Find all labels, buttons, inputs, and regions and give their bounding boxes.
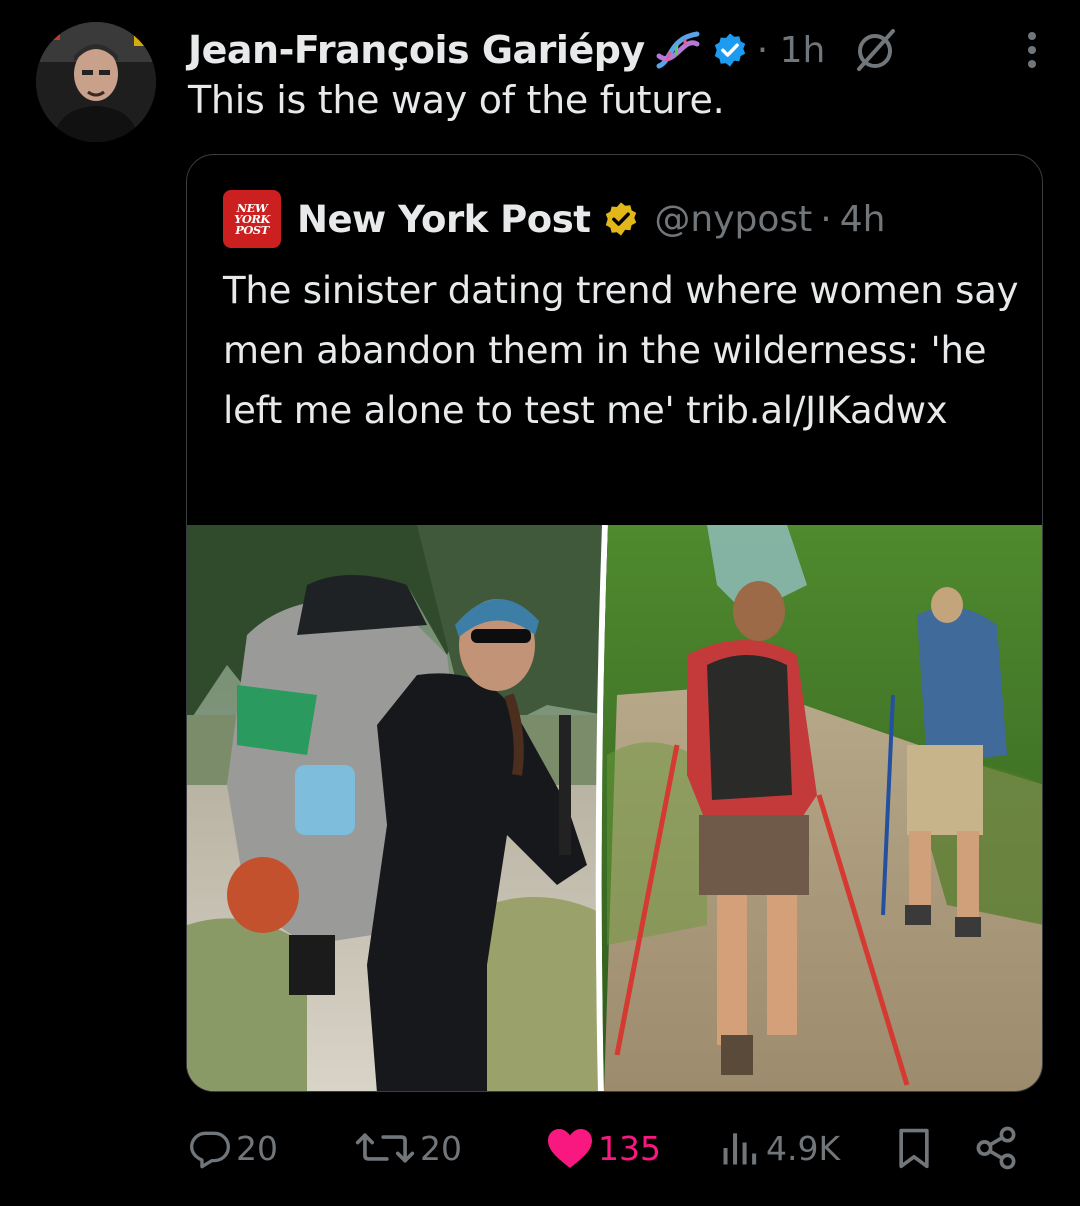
like-button[interactable]: 135 [546, 1120, 661, 1176]
separator: · [820, 198, 832, 240]
more-options-icon[interactable] [1024, 28, 1040, 72]
quoted-post-image[interactable] [187, 525, 1042, 1091]
reply-button[interactable]: 20 [188, 1120, 278, 1176]
post-time[interactable]: · 1h [757, 30, 826, 71]
author-name[interactable]: Jean-François Gariépy [188, 28, 645, 72]
logo-line: POST [235, 222, 269, 237]
post-header: Jean-François Gariépy · 1h [188, 22, 1040, 78]
avatar-photo [36, 22, 156, 142]
reply-icon [190, 1131, 230, 1169]
quoted-author-name[interactable]: New York Post [297, 198, 591, 241]
reply-count: 20 [236, 1128, 278, 1168]
like-count: 135 [598, 1128, 661, 1168]
hikers-photo [187, 525, 1042, 1091]
share-button[interactable] [972, 1120, 1020, 1176]
grok-icon[interactable] [853, 27, 899, 73]
verified-badge-icon [711, 31, 749, 69]
right-photo [601, 525, 1042, 1091]
repost-icon [355, 1133, 415, 1163]
tweet: Jean-François Gariépy · 1h This is the w… [0, 0, 1080, 1206]
views-button[interactable]: 4.9K [718, 1120, 840, 1176]
views-icon [723, 1133, 757, 1165]
gold-verified-badge-icon [602, 200, 640, 238]
quoted-post-header: NEW YORK POST New York Post @nypost · 4h [223, 190, 886, 248]
bookmark-button[interactable] [892, 1120, 936, 1176]
nypost-logo[interactable]: NEW YORK POST [223, 190, 281, 248]
quoted-post[interactable]: NEW YORK POST New York Post @nypost · 4h… [186, 154, 1043, 1092]
share-icon [976, 1126, 1016, 1170]
heart-icon [548, 1129, 592, 1168]
repost-count: 20 [420, 1128, 462, 1168]
left-photo [187, 525, 605, 1091]
action-bar: 20 20 135 4.9K [188, 1120, 1028, 1176]
repost-button[interactable]: 20 [354, 1120, 462, 1176]
bookmark-icon [899, 1128, 929, 1169]
author-avatar[interactable] [36, 22, 156, 142]
dna-emoji-icon [655, 28, 701, 72]
quoted-time[interactable]: 4h [840, 199, 886, 240]
quoted-post-text: The sinister dating trend where women sa… [223, 269, 1019, 432]
post-text: This is the way of the future. [188, 78, 725, 122]
quoted-handle[interactable]: @nypost [654, 199, 812, 240]
views-count: 4.9K [766, 1128, 841, 1168]
